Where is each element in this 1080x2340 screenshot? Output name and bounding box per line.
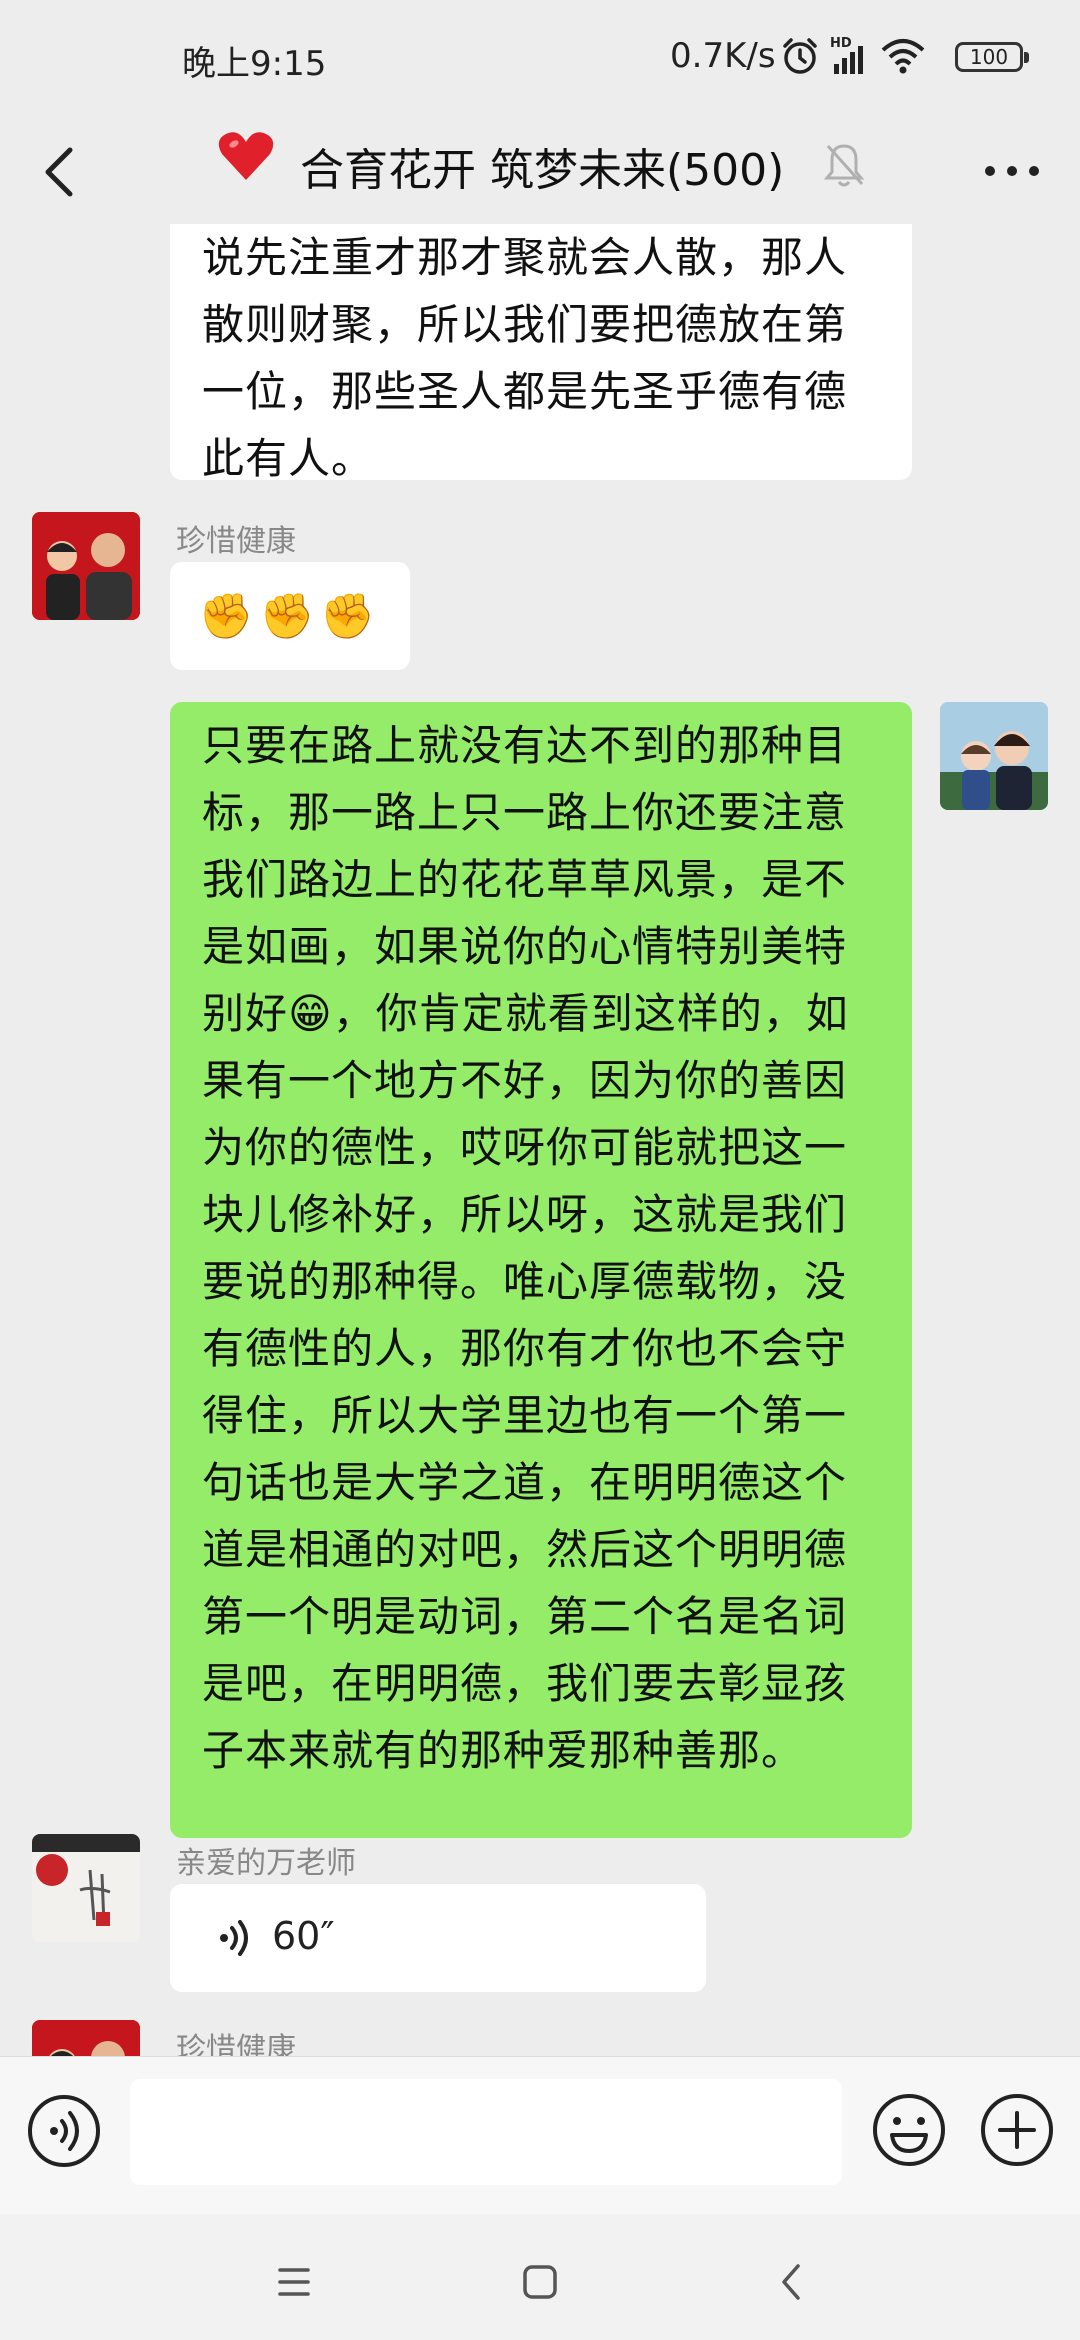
- chat-area[interactable]: 说先注重才那才聚就会人散，那人 散则财聚，所以我们要把德放在第 一位，那些圣人都…: [0, 224, 1080, 2056]
- message-bubble[interactable]: ✊✊✊: [170, 562, 410, 670]
- status-icons: HD: [780, 34, 926, 78]
- chat-title: 合育花开 筑梦未来(500): [300, 134, 784, 198]
- more-button[interactable]: [972, 146, 1052, 196]
- back-icon: [782, 2264, 800, 2300]
- emoji-button[interactable]: [870, 2091, 948, 2169]
- emoji-icon: [873, 2094, 945, 2166]
- input-bar: [0, 2056, 1080, 2215]
- voice-wave-icon: [220, 1920, 248, 1956]
- plus-icon: [981, 2094, 1053, 2166]
- avatar[interactable]: [32, 512, 140, 620]
- more-functions-button[interactable]: [978, 2091, 1056, 2169]
- network-speed: 0.7K/s: [670, 36, 776, 76]
- more-icon: [985, 166, 1039, 176]
- emoji-message: ✊✊✊: [198, 591, 382, 642]
- status-bar: 晚上9:15 0.7K/s HD 100: [0, 0, 1080, 118]
- muted-bell-icon: [823, 144, 865, 187]
- message-text: 只要在路上就没有达不到的那种目 标，那一路上只一路上你还要注意 我们路边上的花花…: [202, 721, 849, 1775]
- wifi-icon: [881, 39, 925, 74]
- home-icon: [523, 2265, 557, 2299]
- avatar[interactable]: [32, 1834, 140, 1942]
- message-bubble[interactable]: 说先注重才那才聚就会人散，那人 散则财聚，所以我们要把德放在第 一位，那些圣人都…: [170, 224, 912, 483]
- voice-duration: 60″: [272, 1914, 335, 1958]
- alarm-icon: [783, 38, 817, 74]
- message-bubble-self[interactable]: 只要在路上就没有达不到的那种目 标，那一路上只一路上你还要注意 我们路边上的花花…: [170, 702, 912, 1838]
- status-time: 晚上9:15: [182, 44, 327, 84]
- back-arrow-icon: [45, 147, 73, 197]
- avatar[interactable]: [32, 2020, 140, 2056]
- sender-name: 亲爱的万老师: [176, 1846, 356, 1881]
- voice-icon: [50, 2111, 79, 2151]
- system-nav-bar: [0, 2214, 1080, 2340]
- message-input[interactable]: [130, 2079, 842, 2185]
- sender-name: 珍惜健康: [176, 524, 296, 559]
- message-text: 说先注重才那才聚就会人散，那人 散则财聚，所以我们要把德放在第 一位，那些圣人都…: [202, 233, 848, 483]
- sender-name: 珍惜健康: [176, 2032, 296, 2056]
- nav-back-button[interactable]: [762, 2252, 822, 2312]
- voice-message[interactable]: 60″: [170, 1884, 706, 1992]
- back-button[interactable]: [30, 138, 90, 204]
- heart-icon: [218, 132, 274, 180]
- nav-menu-button[interactable]: [264, 2252, 324, 2312]
- battery-icon: 100: [955, 42, 1029, 72]
- chat-header: 合育花开 筑梦未来(500): [0, 118, 1080, 224]
- menu-icon: [278, 2268, 310, 2296]
- chat-title-text: 合育花开 筑梦未来(500): [300, 145, 785, 196]
- voice-input-button[interactable]: [28, 2095, 100, 2167]
- avatar-self[interactable]: [940, 702, 1048, 810]
- signal-icon: HD: [830, 36, 870, 76]
- nav-home-button[interactable]: [510, 2252, 570, 2312]
